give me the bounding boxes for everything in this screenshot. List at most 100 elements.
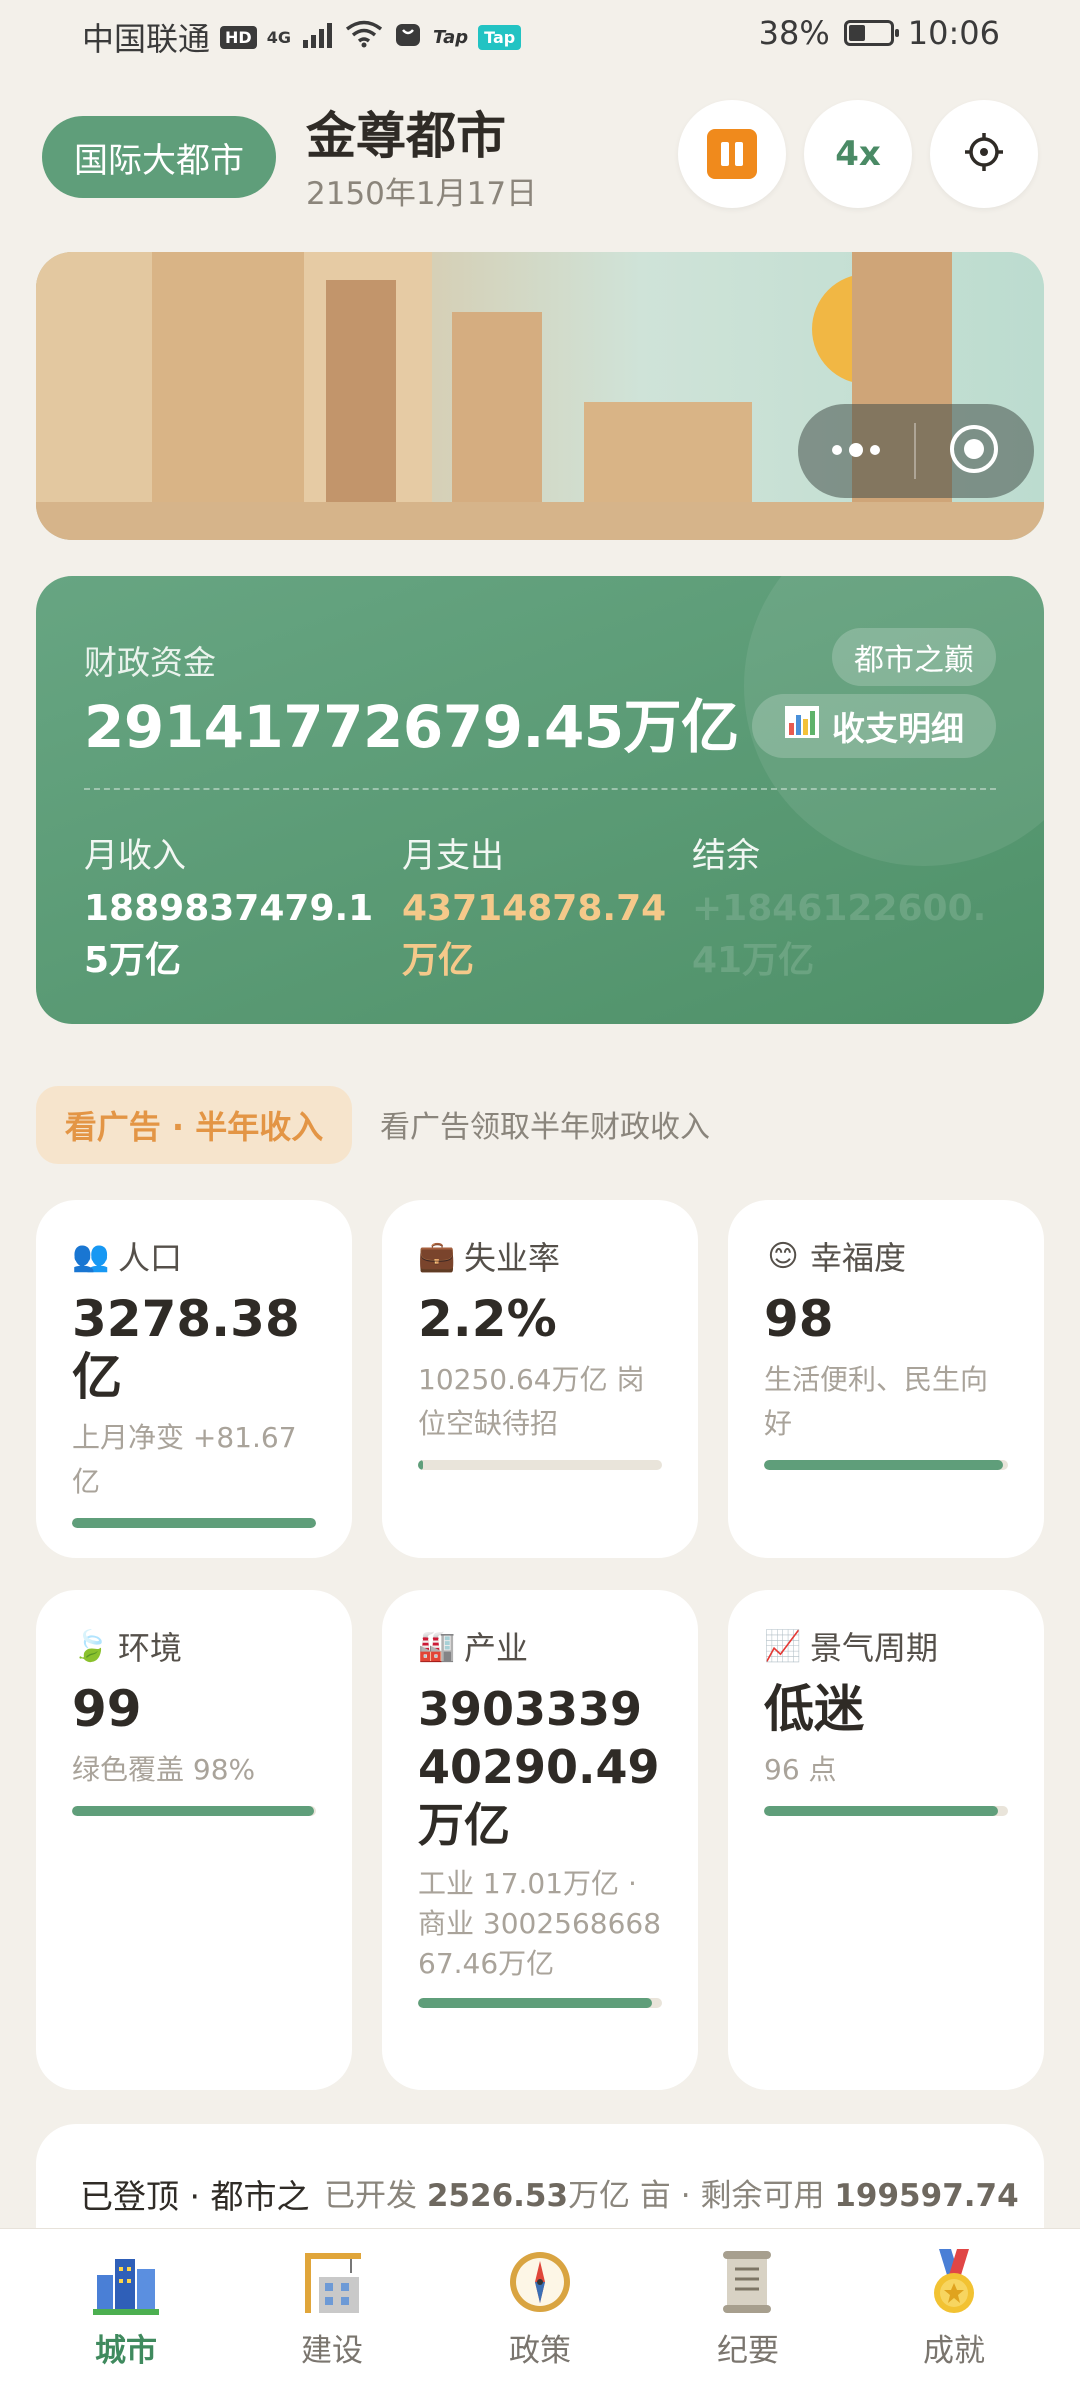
unemployment-card[interactable]: 💼 失业率 2.2% 10250.64万亿 岗位空缺待招	[382, 1200, 698, 1558]
medal-icon	[919, 2247, 989, 2317]
more-options-button[interactable]	[798, 404, 914, 498]
summit-status: 已登顶 · 都市之	[80, 2177, 310, 2216]
network-badge: 4G	[266, 27, 291, 47]
environment-card[interactable]: 🍃 环境 99 绿色覆盖 98%	[36, 1590, 352, 2090]
land-stats: 已开发 2526.53万亿 亩 · 剩余可用 199597.74	[324, 2170, 1019, 2215]
expense-value: 43714878.74万亿	[402, 888, 667, 981]
settings-button[interactable]	[930, 100, 1038, 208]
unemployment-progress	[418, 1460, 662, 1470]
industry-progress	[418, 1998, 662, 2008]
city-name: 金尊都市	[306, 107, 506, 165]
happiness-value: 98	[764, 1290, 834, 1348]
unemployment-vacancies: 10250.64万亿 岗位空缺待招	[418, 1363, 645, 1440]
compass-icon	[505, 2247, 575, 2317]
balance-block: 结余 +1846122600.41万亿	[692, 828, 992, 987]
nav-city[interactable]: 城市	[18, 2247, 234, 2370]
population-change: 上月净变 +81.67亿	[72, 1421, 297, 1498]
factory-icon: 🏭	[418, 1628, 456, 1664]
game-date: 2150年1月17日	[306, 176, 538, 212]
detail-button-label: 收支明细	[832, 709, 964, 748]
more-dots-icon	[830, 442, 882, 461]
population-card[interactable]: 👥 人口 3278.38亿 上月净变 +81.67亿	[36, 1200, 352, 1558]
happiness-title: 幸福度	[810, 1239, 907, 1277]
watch-ad-button[interactable]: 看广告 · 半年收入	[36, 1086, 352, 1164]
bag-icon	[393, 18, 423, 56]
close-miniprogram-button[interactable]	[916, 404, 1032, 498]
signal-icon	[301, 18, 335, 56]
nav-construction[interactable]: 建设	[224, 2247, 440, 2370]
speed-button[interactable]: 4x	[804, 100, 912, 208]
status-left: 中国联通 HD 4G Tap Tap	[82, 14, 522, 60]
economic-cycle-card[interactable]: 📈 景气周期 低迷 96 点	[728, 1590, 1044, 2090]
scroll-icon	[713, 2247, 783, 2317]
nav-policy-label: 政策	[509, 2333, 571, 2369]
nav-records[interactable]: 纪要	[640, 2247, 856, 2370]
status-bar: 中国联通 HD 4G Tap Tap 38% 10:06	[0, 0, 1080, 72]
cycle-progress	[764, 1806, 1008, 1816]
construction-icon	[297, 2247, 367, 2317]
nav-construction-label: 建设	[301, 2333, 363, 2369]
cycle-points: 96 点	[764, 1753, 837, 1786]
finance-card: 财政资金 29141772679.45万亿 都市之巅 收支明细 月收入 1889…	[36, 576, 1044, 1024]
tap-badge-1: Tap	[432, 26, 469, 48]
income-value: 1889837479.15万亿	[84, 888, 374, 981]
environment-progress	[72, 1806, 316, 1816]
population-progress	[72, 1518, 316, 1528]
target-icon	[948, 423, 1000, 479]
battery-percent: 38%	[758, 14, 830, 52]
expense-block: 月支出 43714878.74万亿	[402, 828, 702, 987]
nav-city-label: 城市	[95, 2333, 157, 2369]
detail-button[interactable]: 收支明细	[752, 694, 996, 758]
people-icon: 👥	[72, 1238, 110, 1274]
status-right: 38% 10:06	[759, 14, 1000, 52]
industry-title: 产业	[464, 1629, 529, 1667]
balance-value: +1846122600.41万亿	[692, 888, 987, 981]
carrier-label: 中国联通	[82, 20, 211, 58]
speed-label: 4x	[835, 134, 881, 174]
population-value: 3278.38亿	[72, 1290, 300, 1406]
nav-achievements-label: 成就	[923, 2333, 985, 2369]
industry-card[interactable]: 🏭 产业 390333940290.49万亿 工业 17.01万亿 · 商业 30…	[382, 1590, 698, 2090]
wifi-icon	[345, 18, 383, 56]
happiness-card[interactable]: 😊 幸福度 98 生活便利、民生向好	[728, 1200, 1044, 1558]
income-label: 月收入	[84, 836, 186, 876]
city-icon	[91, 2247, 161, 2317]
cycle-value: 低迷	[764, 1680, 864, 1738]
income-block: 月收入 1889837479.15万亿	[84, 828, 384, 987]
leaf-icon: 🍃	[72, 1628, 110, 1664]
hd-badge: HD	[220, 25, 257, 49]
happiness-progress	[764, 1460, 1008, 1470]
smile-icon: 😊	[767, 1238, 799, 1274]
finance-amount: 29141772679.45万亿	[84, 693, 739, 761]
chart-up-icon: 📈	[764, 1628, 802, 1664]
battery-icon	[843, 20, 899, 46]
clock: 10:06	[907, 14, 1000, 52]
bottom-nav: 城市 建设 政策 纪要 成就	[0, 2228, 1080, 2401]
population-title: 人口	[118, 1239, 183, 1277]
tap-badge-2: Tap	[478, 24, 522, 50]
nav-records-label: 纪要	[717, 2333, 779, 2369]
developed-prefix: 已开发	[324, 2178, 417, 2214]
city-level-pill[interactable]: 国际大都市	[42, 116, 276, 198]
bar-chart-icon	[784, 705, 820, 747]
finance-divider	[84, 788, 996, 790]
nav-achievements[interactable]: 成就	[846, 2247, 1062, 2370]
industry-value: 390333940290.49万亿	[418, 1682, 660, 1852]
expense-label: 月支出	[402, 836, 504, 876]
ad-description: 看广告领取半年财政收入	[380, 1110, 710, 1145]
mini-program-capsule	[798, 404, 1034, 498]
nav-policy[interactable]: 政策	[432, 2247, 648, 2370]
pause-button[interactable]	[678, 100, 786, 208]
balance-label: 结余	[692, 836, 760, 876]
developed-value: 2526.53	[426, 2178, 569, 2214]
environment-coverage: 绿色覆盖 98%	[72, 1753, 256, 1786]
unemployment-value: 2.2%	[418, 1290, 557, 1348]
settings-icon	[963, 131, 1005, 177]
industry-breakdown: 工业 17.01万亿 · 商业 300256866867.46万亿	[418, 1867, 662, 1980]
pause-icon	[707, 129, 757, 179]
environment-title: 环境	[118, 1629, 183, 1667]
briefcase-icon: 💼	[418, 1238, 456, 1274]
finance-label: 财政资金	[84, 643, 216, 682]
developed-unit: 万亿 亩 · 剩余可用	[568, 2178, 825, 2214]
happiness-note: 生活便利、民生向好	[764, 1363, 989, 1440]
